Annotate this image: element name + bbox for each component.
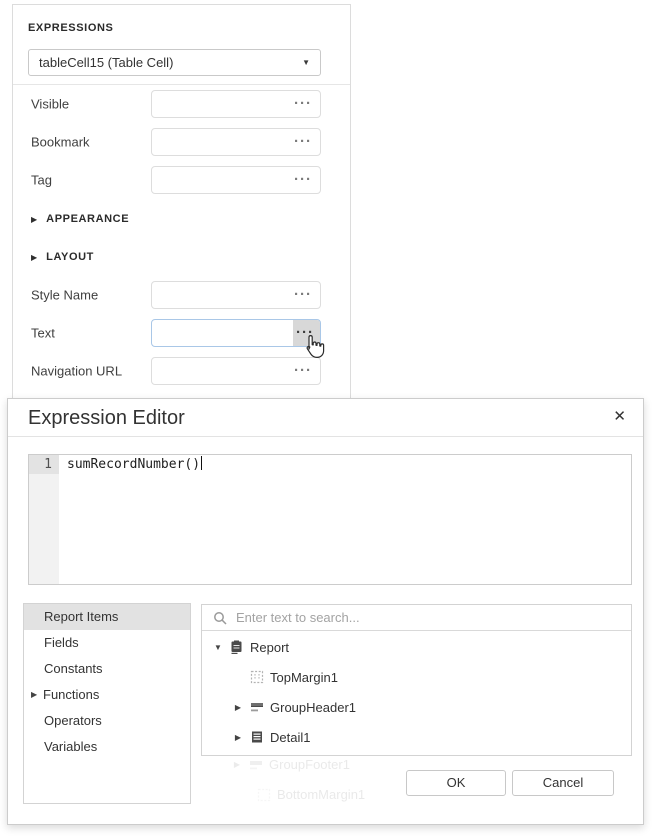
style-name-ellipsis-button[interactable]: ··· — [294, 286, 312, 303]
report-tree: ▼ Report TopMargin1 ▶ — [202, 632, 631, 752]
text-label: Text — [31, 326, 55, 341]
bottom-margin-icon — [257, 788, 271, 802]
expand-arrow-icon: ▶ — [31, 215, 37, 224]
ghost-tree-node-groupfooter1: ▶ GroupFooter1 — [231, 757, 350, 772]
appearance-label: APPEARANCE — [46, 213, 129, 225]
report-items-tree-panel: ▼ Report TopMargin1 ▶ — [201, 604, 632, 756]
property-row-tag: Tag ··· — [13, 166, 350, 194]
expand-arrow-icon: ▶ — [31, 253, 37, 262]
expression-code-editor[interactable]: 1 sumRecordNumber() — [28, 454, 632, 585]
text-expression-field[interactable]: ··· — [151, 319, 321, 347]
tree-node-label: Report — [250, 640, 289, 655]
section-layout[interactable]: ▶ LAYOUT — [31, 249, 94, 265]
text-caret — [201, 456, 202, 470]
category-report-items[interactable]: Report Items — [24, 604, 190, 630]
category-functions[interactable]: ▶ Functions — [24, 682, 190, 708]
bookmark-label: Bookmark — [31, 135, 90, 150]
ghost-tree-node-label: BottomMargin1 — [277, 787, 365, 802]
tree-node-report[interactable]: ▼ Report — [202, 632, 631, 662]
visible-input[interactable] — [158, 93, 286, 115]
bookmark-input[interactable] — [158, 131, 286, 153]
tree-node-label: GroupHeader1 — [270, 700, 356, 715]
expand-arrow-icon: ▶ — [231, 760, 243, 769]
navigation-url-label: Navigation URL — [31, 364, 122, 379]
expand-arrow-icon[interactable]: ▶ — [232, 703, 244, 712]
ghost-tree-node-bottommargin1: BottomMargin1 — [251, 787, 365, 802]
style-name-label: Style Name — [31, 288, 98, 303]
category-label: Operators — [44, 713, 102, 728]
category-label: Variables — [44, 739, 97, 754]
property-row-style-name: Style Name ··· — [13, 281, 350, 309]
code-area[interactable]: sumRecordNumber() — [59, 455, 631, 584]
expand-arrow-icon[interactable]: ▶ — [232, 733, 244, 742]
text-input[interactable] — [158, 322, 286, 344]
category-label: Fields — [44, 635, 79, 650]
cancel-button[interactable]: Cancel — [512, 770, 614, 796]
dialog-header-divider — [8, 436, 643, 437]
line-number-gutter: 1 — [29, 455, 59, 584]
expand-arrow-icon: ▶ — [31, 682, 37, 708]
expression-editor-dialog: Expression Editor ✕ 1 sumRecordNumber() … — [7, 398, 644, 825]
detail-icon — [250, 730, 264, 744]
tree-node-label: TopMargin1 — [270, 670, 338, 685]
tree-node-label: Detail1 — [270, 730, 310, 745]
collapse-arrow-icon[interactable]: ▼ — [212, 643, 224, 652]
search-icon — [213, 611, 227, 625]
category-operators[interactable]: Operators — [24, 708, 190, 734]
tree-node-groupheader1[interactable]: ▶ GroupHeader1 — [202, 692, 631, 722]
section-appearance[interactable]: ▶ APPEARANCE — [31, 211, 129, 227]
tag-expression-field[interactable]: ··· — [151, 166, 321, 194]
search-box[interactable] — [202, 605, 631, 631]
visible-expression-field[interactable]: ··· — [151, 90, 321, 118]
style-name-expression-field[interactable]: ··· — [151, 281, 321, 309]
panel-divider — [13, 84, 350, 85]
visible-label: Visible — [31, 97, 69, 112]
category-list: Report Items Fields Constants ▶ Function… — [23, 603, 191, 804]
category-constants[interactable]: Constants — [24, 656, 190, 682]
tag-ellipsis-button[interactable]: ··· — [294, 171, 312, 188]
bookmark-ellipsis-button[interactable]: ··· — [294, 133, 312, 150]
visible-ellipsis-button[interactable]: ··· — [294, 95, 312, 112]
expression-code: sumRecordNumber() — [67, 457, 200, 472]
target-element-dropdown[interactable]: tableCell15 (Table Cell) ▼ — [28, 49, 321, 76]
panel-title: EXPRESSIONS — [28, 22, 113, 34]
property-row-navigation-url: Navigation URL ··· — [13, 357, 350, 385]
dialog-title: Expression Editor — [28, 407, 185, 430]
report-icon — [230, 640, 244, 654]
tag-input[interactable] — [158, 169, 286, 191]
text-ellipsis-button[interactable]: ··· — [293, 320, 320, 346]
group-header-icon — [250, 700, 264, 714]
category-fields[interactable]: Fields — [24, 630, 190, 656]
property-row-bookmark: Bookmark ··· — [13, 128, 350, 156]
navigation-url-ellipsis-button[interactable]: ··· — [294, 362, 312, 379]
ok-button[interactable]: OK — [406, 770, 506, 796]
tree-node-detail1[interactable]: ▶ Detail1 — [202, 722, 631, 752]
target-element-value: tableCell15 (Table Cell) — [39, 55, 173, 70]
category-label: Constants — [44, 661, 103, 676]
tag-label: Tag — [31, 173, 52, 188]
expressions-panel: EXPRESSIONS tableCell15 (Table Cell) ▼ V… — [12, 4, 351, 398]
chevron-down-icon: ▼ — [302, 58, 310, 67]
navigation-url-expression-field[interactable]: ··· — [151, 357, 321, 385]
ellipsis-icon: ··· — [296, 324, 314, 341]
category-label: Functions — [43, 687, 99, 702]
navigation-url-input[interactable] — [158, 360, 286, 382]
style-name-input[interactable] — [158, 284, 286, 306]
property-row-visible: Visible ··· — [13, 90, 350, 118]
property-row-text: Text ··· — [13, 319, 350, 347]
close-icon[interactable]: ✕ — [613, 406, 626, 428]
ghost-tree-node-label: GroupFooter1 — [269, 757, 350, 772]
bookmark-expression-field[interactable]: ··· — [151, 128, 321, 156]
group-footer-icon — [249, 758, 263, 772]
category-variables[interactable]: Variables — [24, 734, 190, 760]
search-input[interactable] — [236, 610, 631, 625]
layout-label: LAYOUT — [46, 251, 94, 263]
top-margin-icon — [250, 670, 264, 684]
tree-node-topmargin1[interactable]: TopMargin1 — [202, 662, 631, 692]
category-label: Report Items — [44, 609, 118, 624]
line-number: 1 — [29, 455, 59, 474]
